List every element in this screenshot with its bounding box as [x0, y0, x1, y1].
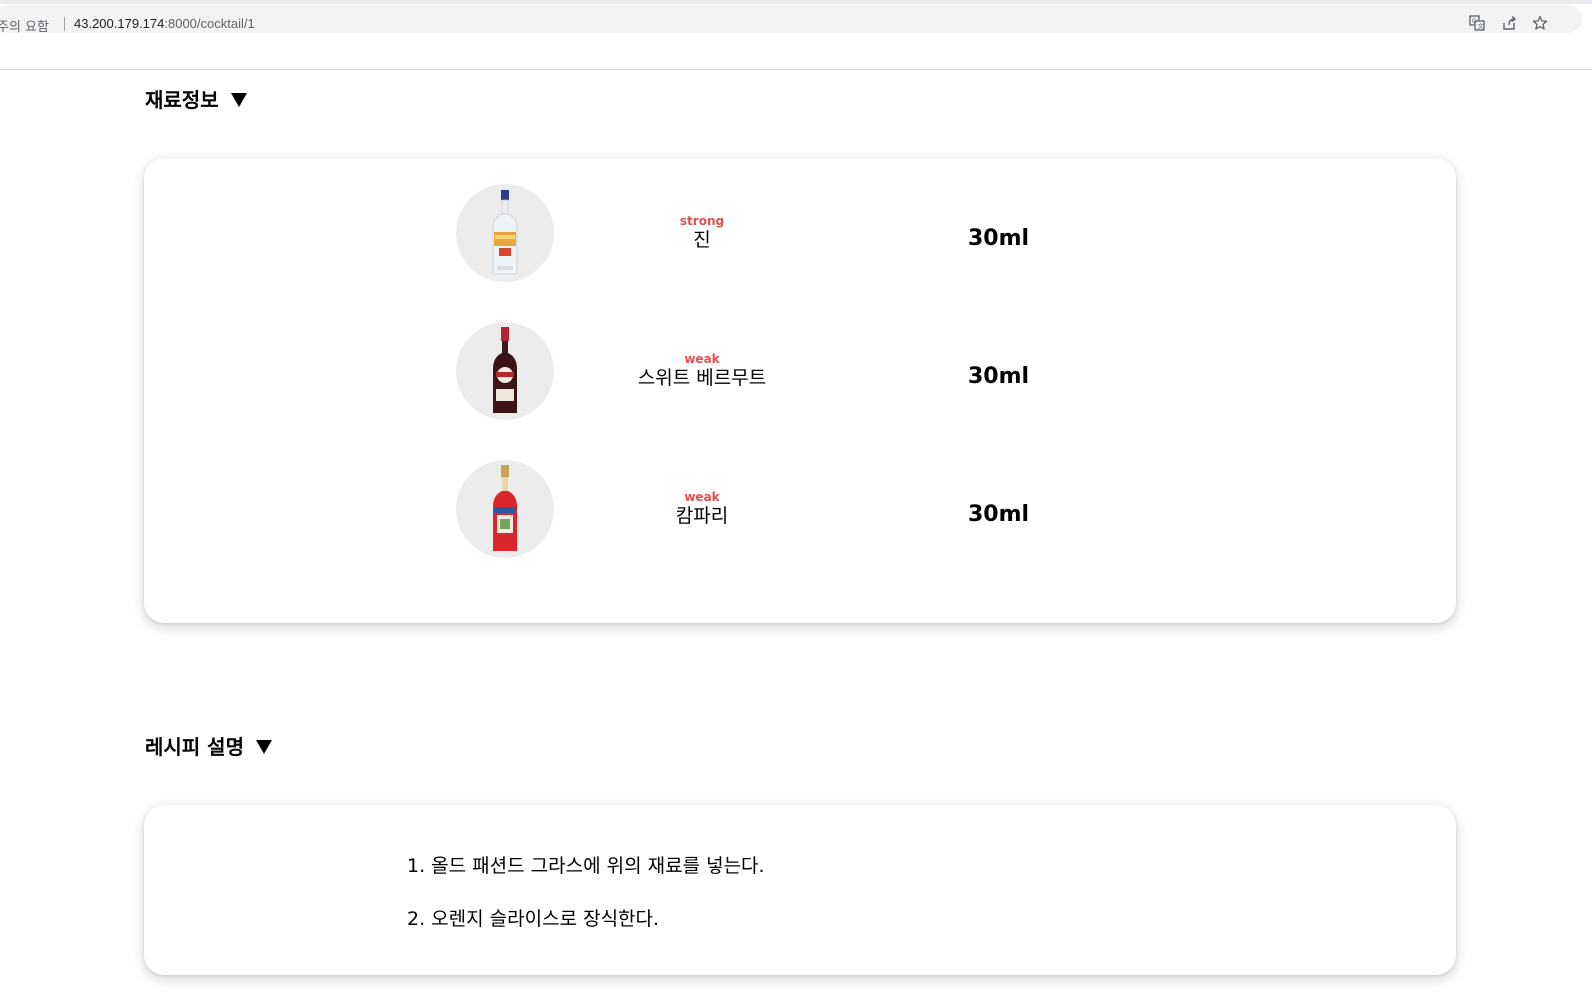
recipe-section-toggle[interactable]: 레시피 설명	[145, 731, 272, 760]
browser-toolbar: 주의 요함 43.200.179.174:8000/cocktail/1 G 文	[0, 0, 1592, 70]
ingredient-info: weak 캄파리	[602, 490, 802, 528]
ingredient-row: weak 캄파리 30ml	[144, 460, 1456, 560]
campari-bottle-icon	[493, 465, 517, 551]
ingredients-section-toggle[interactable]: 재료정보	[145, 84, 247, 113]
address-divider	[64, 17, 65, 31]
ingredients-card: strong 진 30ml weak 스위트 베르무트 30ml weak 캄파…	[144, 158, 1456, 623]
address-bar[interactable]: 주의 요함 43.200.179.174:8000/cocktail/1 G 文	[0, 5, 1582, 35]
recipe-step: 1. 올드 패션드 그라스에 위의 재료를 넣는다.	[407, 855, 765, 877]
translate-icon[interactable]: G 文	[1468, 14, 1486, 32]
ingredient-amount: 30ml	[968, 364, 1030, 389]
ingredient-info: strong 진	[602, 214, 802, 252]
ingredient-name: 진	[693, 229, 711, 251]
ingredient-strength: weak	[684, 490, 720, 504]
recipe-title: 레시피 설명	[145, 735, 244, 759]
caret-down-icon	[230, 92, 247, 107]
ingredient-strength: strong	[679, 214, 725, 228]
vermouth-bottle-icon	[493, 327, 517, 413]
ingredient-name: 캄파리	[675, 505, 729, 527]
ingredient-info: weak 스위트 베르무트	[602, 352, 802, 390]
share-icon[interactable]	[1500, 14, 1518, 32]
ingredient-amount: 30ml	[968, 226, 1030, 251]
ingredient-name: 스위트 베르무트	[637, 367, 767, 389]
tab-strip-edge	[0, 0, 1592, 4]
ingredient-image	[456, 184, 554, 282]
ingredient-row: strong 진 30ml	[144, 184, 1456, 284]
recipe-card: 1. 올드 패션드 그라스에 위의 재료를 넣는다. 2. 오렌지 슬라이스로 …	[144, 805, 1456, 975]
ingredients-title: 재료정보	[145, 88, 219, 112]
url-host: 43.200.179.174	[74, 16, 165, 31]
ingredient-image	[456, 460, 554, 558]
bookmark-star-icon[interactable]	[1531, 14, 1549, 32]
url-path: :8000/cocktail/1	[164, 16, 255, 31]
caret-down-icon	[255, 739, 272, 754]
ingredient-row: weak 스위트 베르무트 30ml	[144, 322, 1456, 422]
url-text[interactable]: 43.200.179.174:8000/cocktail/1	[74, 16, 255, 31]
ingredient-amount: 30ml	[968, 502, 1030, 527]
security-label[interactable]: 주의 요함	[0, 16, 49, 35]
recipe-step: 2. 오렌지 슬라이스로 장식한다.	[407, 908, 660, 930]
ingredient-image	[456, 322, 554, 420]
svg-text:文: 文	[1478, 23, 1484, 31]
gin-bottle-icon	[492, 190, 518, 275]
svg-text:G: G	[1472, 18, 1477, 25]
ingredient-strength: weak	[684, 352, 720, 366]
